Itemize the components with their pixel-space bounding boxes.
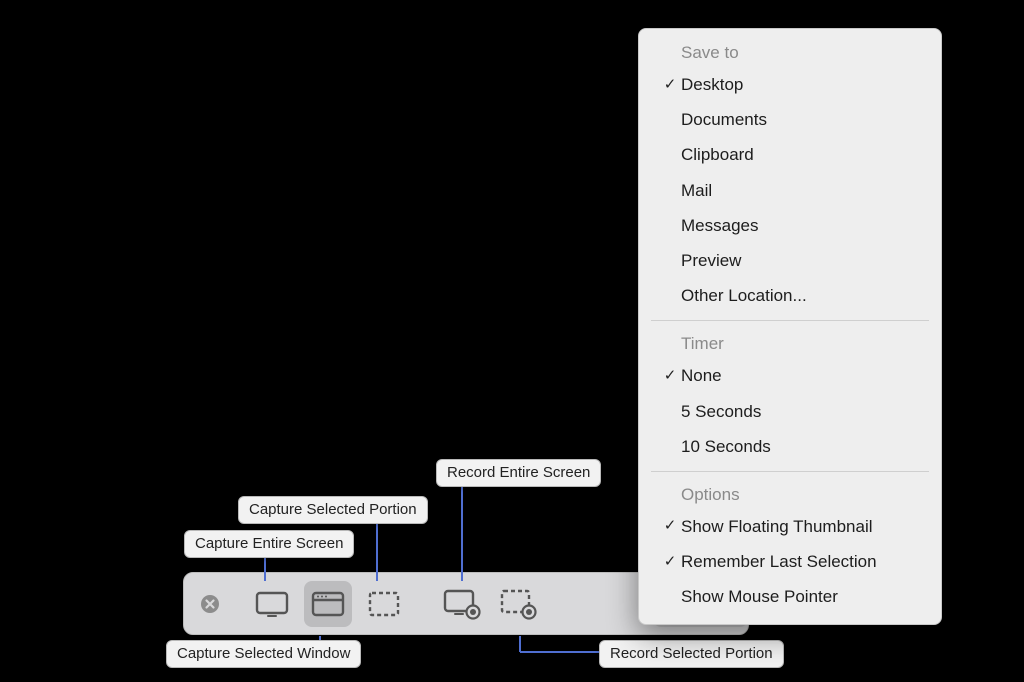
record-selected-portion-button[interactable]: [494, 581, 542, 627]
menu-item-label: Remember Last Selection: [681, 548, 877, 575]
callout-record-entire-screen: Record Entire Screen: [436, 459, 601, 487]
menu-section-title-options: Options: [639, 479, 941, 509]
menu-divider: [651, 320, 929, 321]
menu-item-label: 5 Seconds: [681, 398, 761, 425]
capture-group: [244, 581, 412, 627]
screen-record-icon: [443, 588, 481, 620]
check-icon: ✓: [659, 514, 681, 538]
menu-item-label: None: [681, 362, 722, 389]
callout-record-selected-portion: Record Selected Portion: [599, 640, 784, 668]
window-icon: [311, 590, 345, 618]
menu-item-label: Documents: [681, 106, 767, 133]
menu-divider: [651, 471, 929, 472]
menu-item-documents[interactable]: Documents: [639, 102, 941, 137]
menu-item-preview[interactable]: Preview: [639, 243, 941, 278]
capture-entire-screen-button[interactable]: [248, 581, 296, 627]
menu-item-label: Messages: [681, 212, 758, 239]
record-group: [434, 581, 546, 627]
menu-item-messages[interactable]: Messages: [639, 208, 941, 243]
capture-selected-window-button[interactable]: [304, 581, 352, 627]
close-icon: [199, 593, 221, 615]
menu-item-label: Other Location...: [681, 282, 807, 309]
menu-item-floating-thumbnail[interactable]: ✓Show Floating Thumbnail: [639, 509, 941, 544]
menu-item-mail[interactable]: Mail: [639, 173, 941, 208]
check-icon: ✓: [659, 364, 681, 388]
record-entire-screen-button[interactable]: [438, 581, 486, 627]
selection-record-icon: [499, 588, 537, 620]
menu-item-label: Desktop: [681, 71, 743, 98]
callout-label: Capture Entire Screen: [195, 535, 343, 552]
menu-item-label: Show Mouse Pointer: [681, 583, 838, 610]
check-icon: ✓: [659, 73, 681, 97]
capture-selected-portion-button[interactable]: [360, 581, 408, 627]
menu-item-show-pointer[interactable]: Show Mouse Pointer: [639, 579, 941, 614]
menu-item-other-location[interactable]: Other Location...: [639, 278, 941, 313]
menu-section-title-timer: Timer: [639, 328, 941, 358]
menu-item-label: Mail: [681, 177, 712, 204]
menu-item-remember-selection[interactable]: ✓Remember Last Selection: [639, 544, 941, 579]
menu-item-timer-10s[interactable]: 10 Seconds: [639, 429, 941, 464]
callout-capture-selected-portion: Capture Selected Portion: [238, 496, 428, 524]
menu-item-label: Clipboard: [681, 141, 754, 168]
callout-capture-selected-window: Capture Selected Window: [166, 640, 361, 668]
check-icon: ✓: [659, 550, 681, 574]
callout-label: Record Selected Portion: [610, 645, 773, 662]
menu-item-label: 10 Seconds: [681, 433, 771, 460]
menu-item-timer-5s[interactable]: 5 Seconds: [639, 394, 941, 429]
menu-item-desktop[interactable]: ✓Desktop: [639, 67, 941, 102]
close-button[interactable]: [198, 592, 222, 616]
menu-item-timer-none[interactable]: ✓None: [639, 358, 941, 393]
menu-item-label: Show Floating Thumbnail: [681, 513, 873, 540]
callout-label: Capture Selected Window: [177, 645, 350, 662]
menu-section-title-save-to: Save to: [639, 37, 941, 67]
callout-label: Capture Selected Portion: [249, 501, 417, 518]
callout-label: Record Entire Screen: [447, 464, 590, 481]
menu-item-label: Preview: [681, 247, 741, 274]
selection-icon: [367, 590, 401, 618]
screen-icon: [255, 590, 289, 618]
callout-capture-entire-screen: Capture Entire Screen: [184, 530, 354, 558]
menu-item-clipboard[interactable]: Clipboard: [639, 137, 941, 172]
options-menu: Save to ✓Desktop Documents Clipboard Mai…: [638, 28, 942, 625]
